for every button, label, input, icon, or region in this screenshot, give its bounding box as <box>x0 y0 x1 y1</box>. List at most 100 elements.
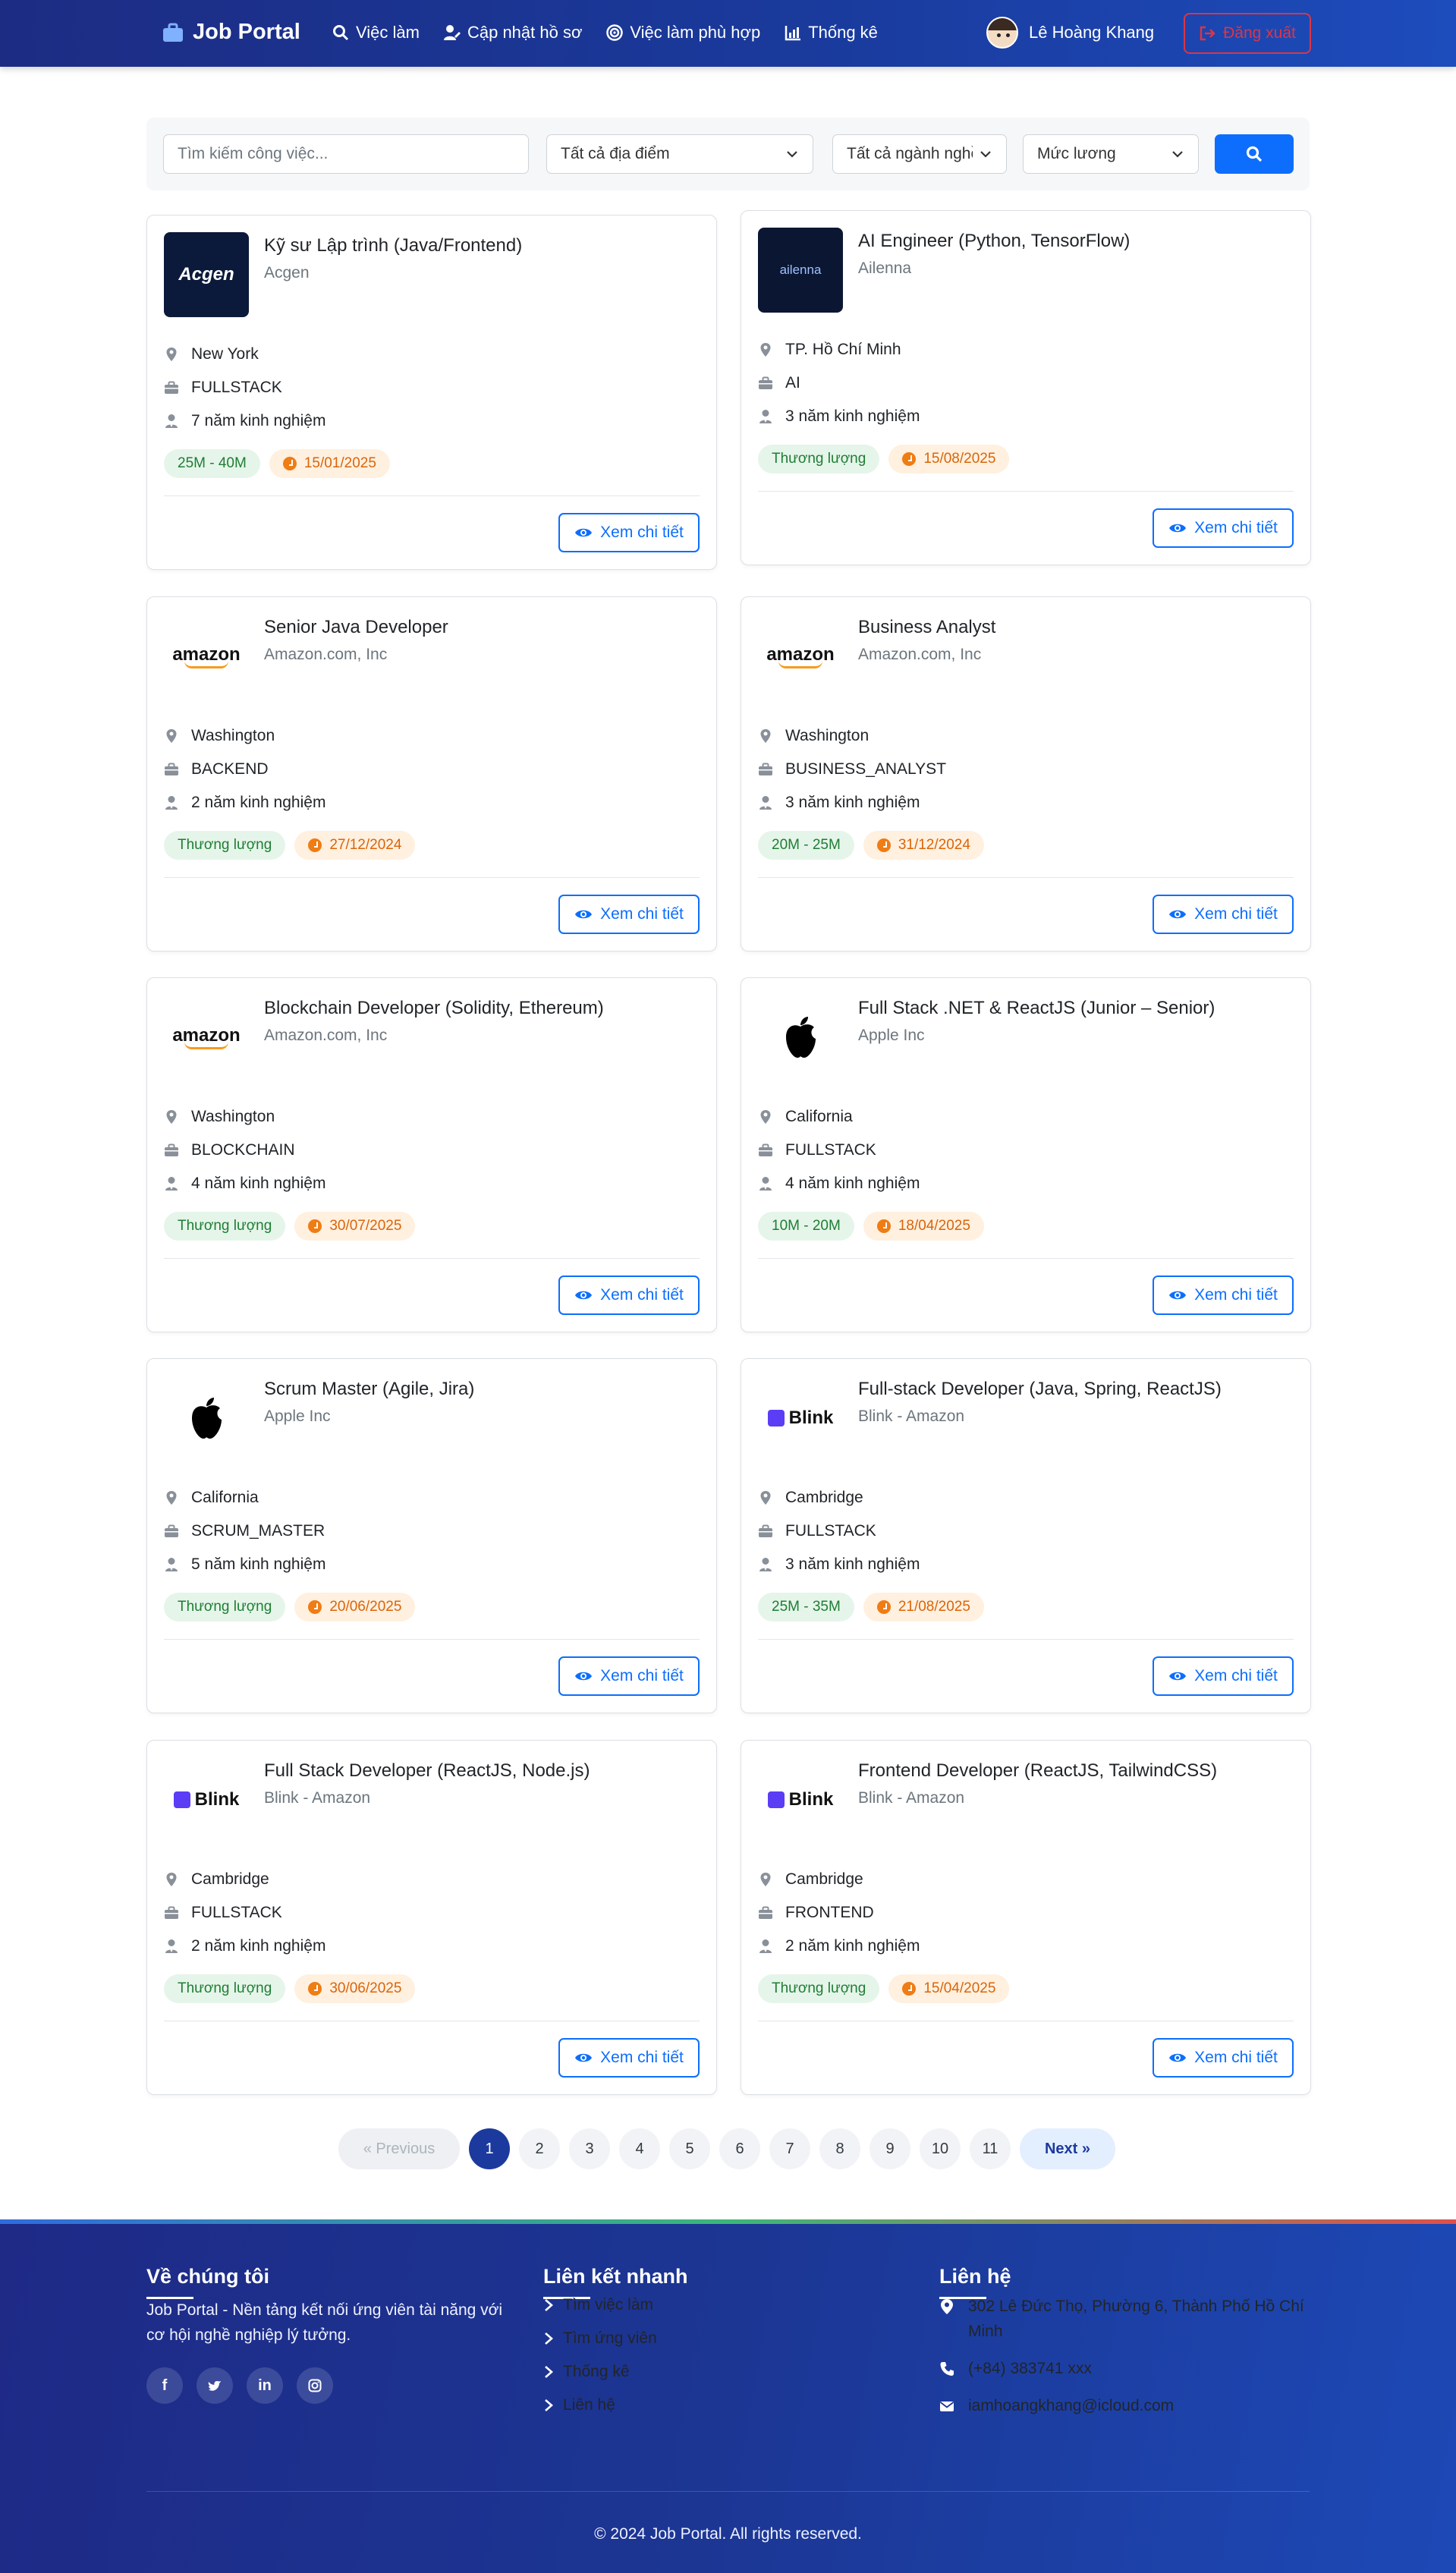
job-card[interactable]: amazon Senior Java Developer Amazon.com, I… <box>146 596 717 952</box>
pagination-next[interactable]: Next » <box>1020 2128 1115 2169</box>
view-detail-button[interactable]: Xem chi tiết <box>558 513 700 552</box>
job-card[interactable]: Blink Frontend Developer (ReactJS, Tailwi… <box>741 1740 1311 2095</box>
footer-about-text: Job Portal - Nền tảng kết nối ứng viên t… <box>146 2301 503 2344</box>
pagination-page[interactable]: 10 <box>920 2128 961 2169</box>
deadline-badge: 15/04/2025 <box>888 1974 1010 2003</box>
deadline-badge: 31/12/2024 <box>863 831 984 860</box>
company-logo <box>164 1376 249 1461</box>
footer-quick-link[interactable]: Liên hệ <box>543 2396 615 2414</box>
job-card[interactable]: amazon Blockchain Developer (Solidity, Et… <box>146 977 717 1332</box>
user-tie-icon <box>759 796 772 810</box>
twitter-icon[interactable] <box>197 2367 233 2404</box>
job-card[interactable]: Scrum Master (Agile, Jira) Apple Inc Calif… <box>146 1358 717 1713</box>
view-detail-label: Xem chi tiết <box>600 905 684 923</box>
brand[interactable]: Job Portal <box>162 20 300 45</box>
company-name: Blink - Amazon <box>858 1408 965 1425</box>
clock-icon <box>308 1219 322 1233</box>
card-divider <box>758 1639 1294 1640</box>
pagination-page[interactable]: 4 <box>619 2128 660 2169</box>
view-detail-button[interactable]: Xem chi tiết <box>558 1275 700 1315</box>
card-divider <box>758 491 1294 492</box>
company-name: Amazon.com, Inc <box>264 646 388 663</box>
job-experience: 3 năm kinh nghiệm <box>758 1555 920 1574</box>
job-title[interactable]: Full Stack Developer (ReactJS, Node.js) <box>264 1760 590 1782</box>
job-experience: 4 năm kinh nghiệm <box>164 1175 325 1193</box>
footer-quick-link-label: Tìm ứng viên <box>563 2329 657 2347</box>
view-detail-button[interactable]: Xem chi tiết <box>558 895 700 934</box>
logout-button[interactable]: Đăng xuất <box>1184 13 1311 54</box>
view-detail-button[interactable]: Xem chi tiết <box>1153 2038 1294 2078</box>
view-detail-button[interactable]: Xem chi tiết <box>1153 895 1294 934</box>
footer-quick-link[interactable]: Tìm việc làm <box>543 2296 653 2314</box>
job-title[interactable]: Frontend Developer (ReactJS, TailwindCSS… <box>858 1760 1217 1782</box>
contact-phone: (+84) 383741 xxx <box>939 2356 1092 2381</box>
company-logo: ailenna <box>758 228 843 313</box>
job-title[interactable]: Kỹ sư Lập trình (Java/Frontend) <box>264 235 522 256</box>
industry-select[interactable]: Tất cả ngành nghề <box>832 134 1007 174</box>
pagination-previous[interactable]: « Previous <box>338 2128 460 2169</box>
footer-quick-link[interactable]: Tìm ứng viên <box>543 2329 657 2348</box>
nav-matching-jobs-label: Việc làm phù hợp <box>630 23 761 42</box>
job-title[interactable]: Full-stack Developer (Java, Spring, Reac… <box>858 1379 1222 1400</box>
job-location: Cambridge <box>758 1870 863 1889</box>
job-title[interactable]: Blockchain Developer (Solidity, Ethereum… <box>264 998 604 1019</box>
footer-about-title: Về chúng tôi <box>146 2265 269 2299</box>
location-select[interactable]: Tất cả địa điểm <box>546 134 813 174</box>
nav-statistics[interactable]: Thống kê <box>785 23 878 42</box>
bullseye-icon <box>606 24 624 41</box>
nav-update-profile[interactable]: Cập nhật hồ sơ <box>443 23 582 42</box>
pagination-page[interactable]: 6 <box>719 2128 760 2169</box>
search-button[interactable] <box>1215 134 1294 174</box>
job-card[interactable]: Blink Full Stack Developer (ReactJS, Node… <box>146 1740 717 2095</box>
pagination-page[interactable]: 8 <box>819 2128 860 2169</box>
linkedin-icon[interactable]: in <box>247 2367 283 2404</box>
job-card[interactable]: amazon Business Analyst Amazon.com, Inc Was… <box>741 596 1311 952</box>
pagination-page[interactable]: 3 <box>569 2128 610 2169</box>
clock-icon <box>876 838 891 852</box>
facebook-icon[interactable]: f <box>146 2367 183 2404</box>
job-category: BACKEND <box>164 760 269 779</box>
pagination-page[interactable]: 1 <box>469 2128 510 2169</box>
search-input[interactable] <box>163 134 529 174</box>
eye-icon <box>1169 1672 1187 1681</box>
view-detail-button[interactable]: Xem chi tiết <box>1153 1275 1294 1315</box>
clock-icon <box>876 1219 891 1233</box>
instagram-icon[interactable] <box>297 2367 333 2404</box>
view-detail-button[interactable]: Xem chi tiết <box>558 1656 700 1696</box>
job-card[interactable]: Full Stack .NET & ReactJS (Junior – Seni… <box>741 977 1311 1332</box>
pagination-page[interactable]: 7 <box>769 2128 810 2169</box>
job-title[interactable]: Scrum Master (Agile, Jira) <box>264 1379 474 1400</box>
avatar <box>986 17 1018 49</box>
briefcase-icon <box>759 1143 772 1156</box>
envelope-icon <box>939 2402 954 2411</box>
view-detail-button[interactable]: Xem chi tiết <box>558 2038 700 2078</box>
pagination-page[interactable]: 11 <box>970 2128 1011 2169</box>
job-title[interactable]: AI Engineer (Python, TensorFlow) <box>858 231 1130 252</box>
job-card[interactable]: ailenna AI Engineer (Python, TensorFlow) A… <box>741 210 1311 565</box>
nav-jobs[interactable]: Việc làm <box>332 23 420 42</box>
job-card[interactable]: Blink Full-stack Developer (Java, Spring,… <box>741 1358 1311 1713</box>
chevron-right-icon <box>545 2299 553 2311</box>
card-divider <box>164 1639 700 1640</box>
footer-quick-link[interactable]: Thống kê <box>543 2363 630 2381</box>
nav-matching-jobs[interactable]: Việc làm phù hợp <box>606 23 760 42</box>
view-detail-button[interactable]: Xem chi tiết <box>1153 508 1294 548</box>
user-tie-icon <box>165 1939 178 1953</box>
salary-badge: Thương lượng <box>164 1974 286 2003</box>
map-marker-icon <box>760 729 771 743</box>
eye-icon <box>1169 910 1187 919</box>
user-menu[interactable]: Lê Hoàng Khang <box>986 17 1154 49</box>
job-title[interactable]: Full Stack .NET & ReactJS (Junior – Seni… <box>858 998 1215 1019</box>
search-icon <box>1246 146 1263 162</box>
pagination-page[interactable]: 9 <box>870 2128 910 2169</box>
pagination-page[interactable]: 2 <box>519 2128 560 2169</box>
clock-icon <box>902 1982 917 1996</box>
salary-select[interactable]: Mức lương <box>1023 134 1199 174</box>
view-detail-button[interactable]: Xem chi tiết <box>1153 1656 1294 1696</box>
job-title[interactable]: Senior Java Developer <box>264 617 448 638</box>
pagination-page[interactable]: 5 <box>669 2128 710 2169</box>
copyright: © 2024 Job Portal. All rights reserved. <box>594 2525 862 2543</box>
job-title[interactable]: Business Analyst <box>858 617 995 638</box>
job-card[interactable]: Acgen Kỹ sư Lập trình (Java/Frontend) Acge… <box>146 215 717 570</box>
apple-logo-icon <box>786 1017 816 1058</box>
